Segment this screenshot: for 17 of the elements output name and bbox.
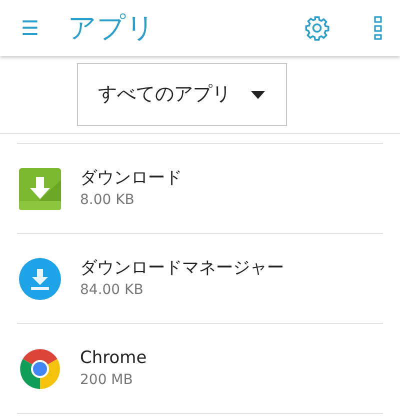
- screen-title: アプリ: [68, 10, 155, 46]
- download-circle-icon: [19, 258, 61, 300]
- dropdown-caret-icon: [251, 90, 265, 98]
- more-options-icon[interactable]: [374, 16, 382, 40]
- download-box-icon: [19, 168, 61, 210]
- app-name: ダウンロード: [80, 166, 182, 188]
- app-name: Chrome: [80, 346, 147, 368]
- app-size: 84.00 KB: [80, 280, 144, 300]
- app-list-item[interactable]: ダウンロード 8.00 KB: [17, 144, 383, 234]
- app-size: 8.00 KB: [80, 190, 136, 210]
- app-name: ダウンロードマネージャー: [80, 256, 284, 278]
- filter-dropdown[interactable]: すべてのアプリ: [77, 63, 287, 126]
- settings-icon[interactable]: [304, 15, 330, 41]
- app-list-item[interactable]: Chrome 200 MB: [17, 324, 383, 414]
- app-list-item[interactable]: ダウンロードマネージャー 84.00 KB: [17, 234, 383, 324]
- app-size: 200 MB: [80, 370, 134, 390]
- browser-icon: [19, 348, 61, 390]
